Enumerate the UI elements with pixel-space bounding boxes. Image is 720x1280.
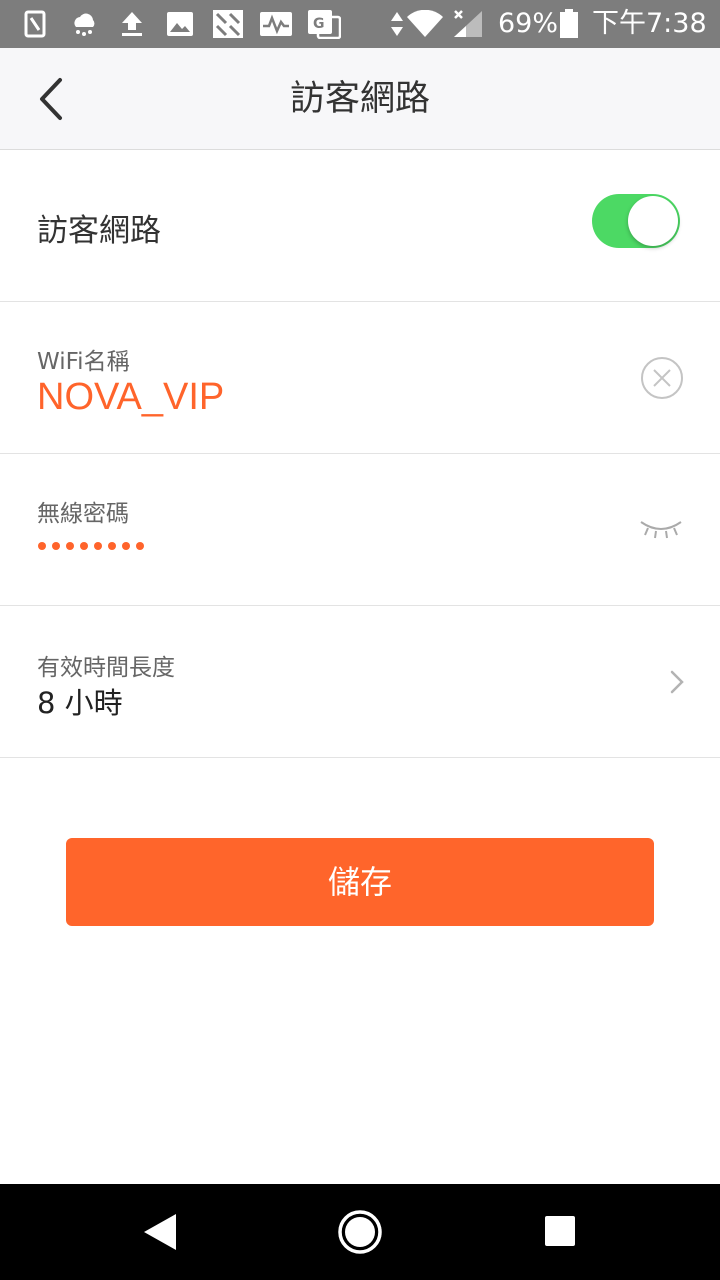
wifi-name-value[interactable]: NOVA_VIP: [37, 374, 224, 420]
toggle-knob: [628, 196, 678, 246]
wireless-password-caption: 無線密碼: [37, 501, 129, 527]
valid-duration-row[interactable]: 有效時間長度 8 小時: [0, 606, 720, 758]
guest-network-label: 訪客網路: [37, 213, 161, 249]
password-dot: [52, 542, 60, 550]
battery-percentage: 69%: [498, 8, 559, 39]
password-dot: [66, 542, 74, 550]
svg-text:G: G: [313, 16, 325, 32]
signal-icon: [452, 10, 484, 38]
activity-icon: [259, 10, 293, 38]
password-dot: [136, 542, 144, 550]
home-circle-icon[interactable]: [337, 1209, 383, 1259]
wifi-icon: [406, 10, 444, 38]
password-dots[interactable]: [38, 542, 144, 550]
upload-icon: [119, 10, 145, 38]
guest-network-toggle[interactable]: [592, 194, 680, 248]
weather-icon: [70, 10, 98, 38]
recents-square-icon[interactable]: [544, 1215, 576, 1251]
image-icon: [166, 10, 194, 38]
password-dot: [80, 542, 88, 550]
data-arrows-icon: [389, 10, 405, 38]
valid-duration-caption: 有效時間長度: [37, 655, 175, 681]
translate-icon: G: [307, 10, 341, 39]
pattern-icon: [212, 10, 244, 38]
password-dot: [38, 542, 46, 550]
password-dot: [108, 542, 116, 550]
wireless-password-row[interactable]: 無線密碼: [0, 454, 720, 606]
status-time: 下午7:38: [592, 8, 707, 39]
guest-network-row: 訪客網路: [0, 150, 720, 302]
app-header: 訪客網路: [0, 48, 720, 150]
password-dot: [122, 542, 130, 550]
status-bar: G 69% 下午7:38: [0, 0, 720, 48]
page-title: 訪客網路: [289, 79, 430, 119]
sim-icon: [24, 10, 46, 38]
eye-closed-icon[interactable]: [638, 514, 684, 546]
wifi-name-row[interactable]: WiFi名稱 NOVA_VIP: [0, 302, 720, 454]
battery-icon: [559, 9, 579, 38]
save-button[interactable]: 儲存: [66, 838, 654, 926]
back-triangle-icon[interactable]: [142, 1212, 178, 1256]
password-dot: [94, 542, 102, 550]
system-nav-bar: [0, 1184, 720, 1280]
valid-duration-value: 8 小時: [37, 686, 123, 720]
chevron-right-icon: [668, 668, 686, 700]
wifi-name-caption: WiFi名稱: [37, 349, 130, 375]
clear-circle-icon[interactable]: [640, 356, 684, 404]
